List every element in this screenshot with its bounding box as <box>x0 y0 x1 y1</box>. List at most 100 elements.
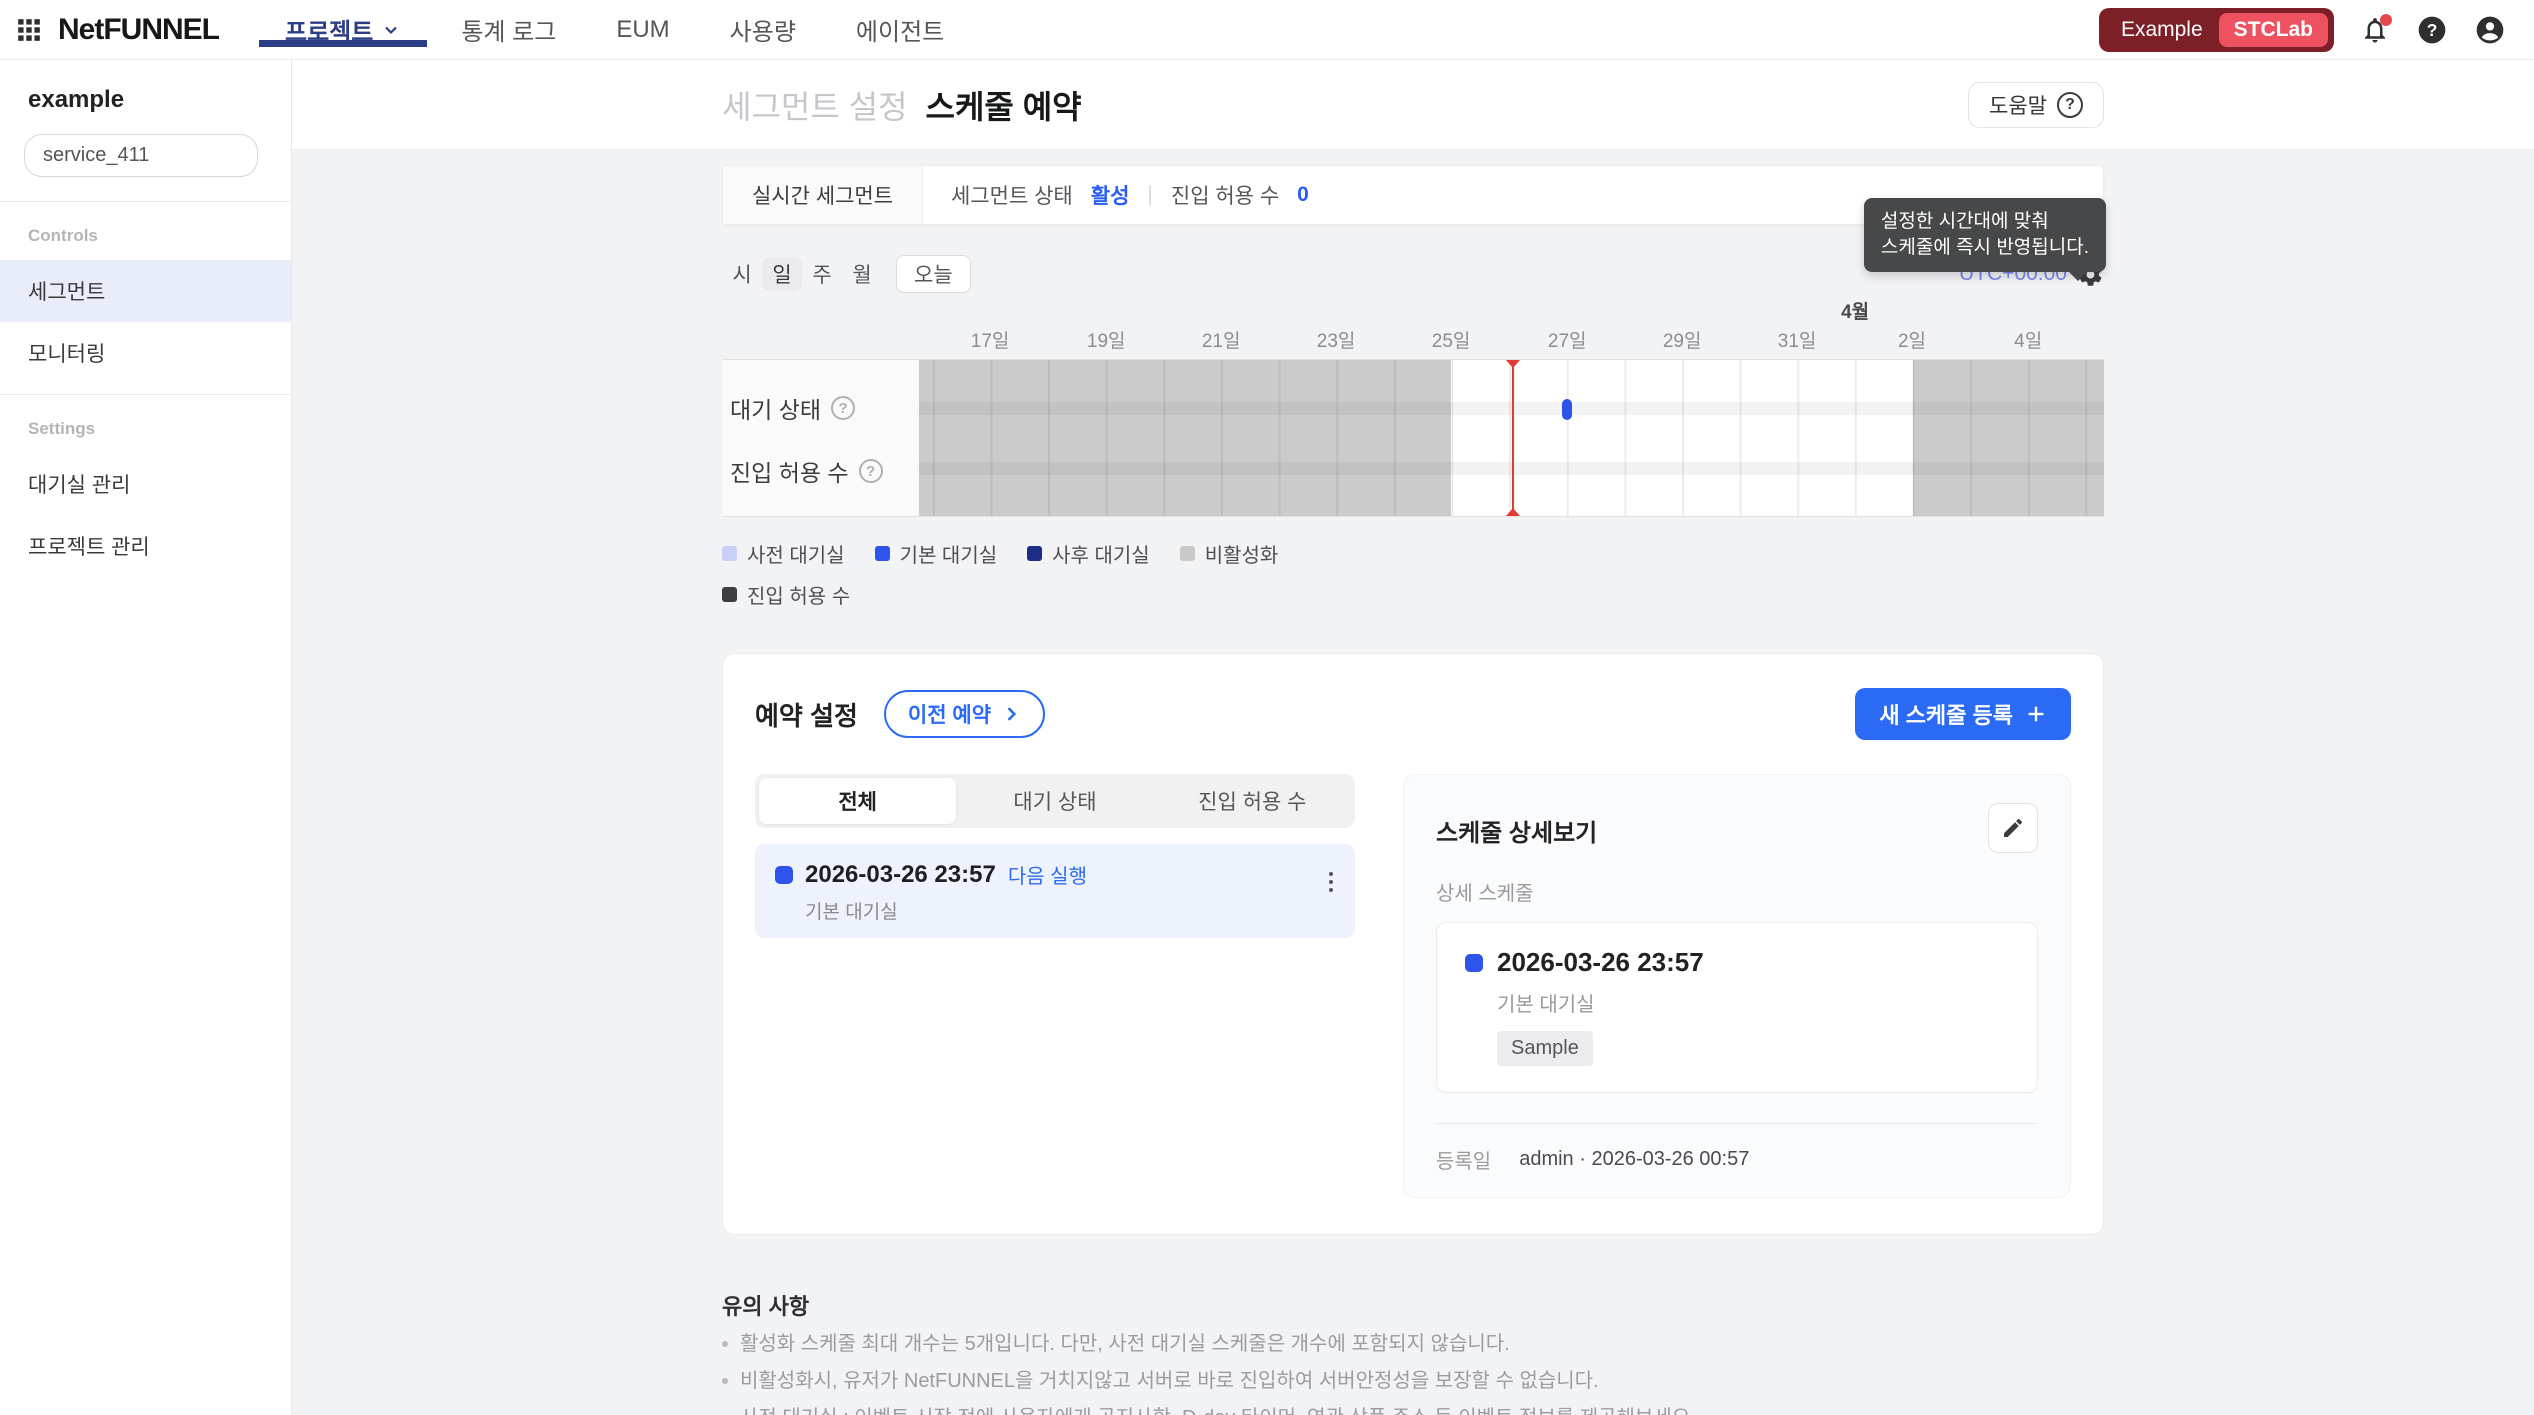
legend-label: 사후 대기실 <box>1052 539 1150 568</box>
breadcrumb: 세그먼트 설정 <box>722 82 908 128</box>
previous-reservations-label: 이전 예약 <box>908 699 991 729</box>
legend-swatch <box>1180 546 1195 561</box>
row-label-text: 진입 허용 수 <box>730 454 849 488</box>
axis-month-label: 4월 <box>1841 297 1869 324</box>
workspace-badge[interactable]: Example STCLab <box>2099 8 2334 52</box>
schedule-detail-panel: 스케줄 상세보기 상세 스케줄 <box>1403 774 2071 1198</box>
sidebar-item-monitoring[interactable]: 모니터링 <box>0 322 291 384</box>
notes-section: 유의 사항 활성화 스케줄 최대 개수는 5개입니다. 다만, 사전 대기실 스… <box>722 1289 2104 1415</box>
new-schedule-button[interactable]: 새 스케줄 등록 <box>1855 688 2071 740</box>
sidebar-item-project-mgmt[interactable]: 프로젝트 관리 <box>0 515 291 577</box>
legend-swatch <box>722 587 737 602</box>
svg-text:?: ? <box>2427 19 2438 39</box>
axis-tick: 29일 <box>1663 326 1702 353</box>
schedule-datetime: 2026-03-26 23:57 <box>805 861 996 889</box>
schedule-event-marker[interactable] <box>1562 399 1572 420</box>
section-label-settings: Settings <box>0 411 291 453</box>
segment-status-label: 세그먼트 상태 <box>951 180 1073 210</box>
segment-status-value: 활성 <box>1091 180 1130 210</box>
tab-wait-status[interactable]: 대기 상태 <box>956 778 1153 824</box>
legend-label: 사전 대기실 <box>747 539 845 568</box>
edit-schedule-button[interactable] <box>1988 803 2038 853</box>
unit-button-day[interactable]: 일 <box>762 257 802 291</box>
timeline-row-labels: 대기 상태 ? 진입 허용 수 ? <box>722 360 919 516</box>
nav-item-stats-log[interactable]: 통계 로그 <box>431 12 586 47</box>
legend-label: 기본 대기실 <box>900 539 998 568</box>
schedule-color-dot <box>1465 954 1483 972</box>
note-text: 사전 대기실 : 이벤트 시작 전에 사용자에게 공지사항, D-day 타이머… <box>740 1404 1696 1415</box>
notes-title: 유의 사항 <box>722 1289 2104 1321</box>
note-text: 비활성화시, 유저가 NetFUNNEL을 거치지않고 서버로 바로 진입하여 … <box>740 1367 1599 1395</box>
notification-dot <box>2380 14 2392 26</box>
registered-info: 등록일 admin · 2026-03-26 00:57 <box>1436 1124 2038 1197</box>
profile-button[interactable] <box>2474 14 2506 46</box>
axis-tick: 27일 <box>1548 326 1587 353</box>
detail-panel-title: 스케줄 상세보기 <box>1436 803 1597 848</box>
reservation-header: 예약 설정 이전 예약 새 스케줄 등록 <box>755 688 2071 740</box>
help-circle-button[interactable]: ? <box>2416 14 2448 46</box>
today-button[interactable]: 오늘 <box>896 255 971 293</box>
detail-schedule-type: 기본 대기실 <box>1497 988 2009 1017</box>
help-button[interactable]: 도움말 ? <box>1968 82 2104 128</box>
nav-item-agent[interactable]: 에이전트 <box>826 12 974 47</box>
netfunnel-logo: NetFUNNEL <box>58 13 219 47</box>
row-label-text: 대기 상태 <box>730 391 821 425</box>
schedule-item-menu-button[interactable] <box>1325 868 1337 896</box>
axis-tick: 17일 <box>971 326 1010 353</box>
project-name: example <box>0 86 291 114</box>
sidebar-section-controls: Controls 세그먼트 모니터링 <box>0 202 291 394</box>
info-question-icon[interactable]: ? <box>859 459 883 483</box>
nav-item-label: 통계 로그 <box>461 12 556 47</box>
sidebar-item-waiting-room[interactable]: 대기실 관리 <box>0 453 291 515</box>
kebab-dot <box>1329 880 1333 884</box>
page-header-band: 세그먼트 설정 스케줄 예약 도움말 ? <box>292 60 2534 150</box>
detail-section-label: 상세 스케줄 <box>1436 877 2038 906</box>
axis-tick: 25일 <box>1432 326 1471 353</box>
unit-button-week[interactable]: 주 <box>802 257 842 291</box>
service-selector[interactable]: service_411 <box>24 134 258 177</box>
notification-bell-button[interactable] <box>2360 15 2390 45</box>
pencil-icon <box>2001 816 2025 840</box>
question-circle-icon: ? <box>2057 92 2083 118</box>
nav-item-project[interactable]: 프로젝트 <box>255 12 431 47</box>
nav-item-label: 에이전트 <box>856 12 944 47</box>
organization-label: STCLab <box>2219 13 2328 47</box>
tab-entry-allowance[interactable]: 진입 허용 수 <box>1154 778 1351 824</box>
legend-label: 진입 허용 수 <box>747 580 850 609</box>
environment-label: Example <box>2121 18 2203 42</box>
sidebar-item-segment[interactable]: 세그먼트 <box>0 260 291 322</box>
timeline-plot[interactable] <box>919 360 2104 516</box>
detail-schedule-line1: 2026-03-26 23:57 <box>1465 947 2009 978</box>
axis-tick: 4일 <box>2014 326 2042 353</box>
nav-right: Example STCLab ? <box>2099 0 2534 59</box>
schedule-item-line1: 2026-03-26 23:57 다음 실행 <box>775 860 1335 889</box>
unit-button-month[interactable]: 월 <box>842 257 882 291</box>
axis-tick: 2일 <box>1898 326 1926 353</box>
tooltip-line: 설정한 시간대에 맞춰 <box>1881 209 2089 235</box>
info-question-icon[interactable]: ? <box>831 396 855 420</box>
current-time-line <box>1512 360 1514 516</box>
separator: | <box>1147 183 1152 207</box>
legend-swatch <box>1027 546 1042 561</box>
nav-item-eum[interactable]: EUM <box>586 16 699 44</box>
nav-item-label: EUM <box>616 16 669 44</box>
schedule-type: 기본 대기실 <box>805 897 1335 924</box>
app-launcher-icon[interactable] <box>0 0 58 60</box>
page-title: 스케줄 예약 <box>926 82 1082 128</box>
previous-reservations-button[interactable]: 이전 예약 <box>884 690 1045 738</box>
allow-count-value: 0 <box>1297 183 1309 207</box>
unit-button-hour[interactable]: 시 <box>722 257 762 291</box>
tab-realtime-segment[interactable]: 실시간 세그먼트 <box>723 166 923 224</box>
note-item: 비활성화시, 유저가 NetFUNNEL을 거치지않고 서버로 바로 진입하여 … <box>722 1367 2104 1395</box>
main-area: 세그먼트 설정 스케줄 예약 도움말 ? 설정한 시간대에 맞춰 스케줄에 즉시… <box>292 60 2534 1415</box>
schedule-list-column: 전체 대기 상태 진입 허용 수 2026-03-26 23:57 다음 실행 <box>755 774 1355 938</box>
nav-item-usage[interactable]: 사용량 <box>700 12 826 47</box>
tooltip-arrow <box>2068 271 2088 281</box>
schedule-list-item[interactable]: 2026-03-26 23:57 다음 실행 기본 대기실 <box>755 844 1355 938</box>
main-layout: example service_411 Controls 세그먼트 모니터링 S… <box>0 60 2534 1415</box>
row-label-entry-allowance: 진입 허용 수 ? <box>730 454 883 488</box>
tab-all[interactable]: 전체 <box>759 778 956 824</box>
nav-left: NetFUNNEL 프로젝트 통계 로그 EUM 사용량 에이전트 <box>0 0 974 59</box>
legend-label: 비활성화 <box>1205 539 1279 568</box>
question-circle-icon: ? <box>2416 14 2448 46</box>
